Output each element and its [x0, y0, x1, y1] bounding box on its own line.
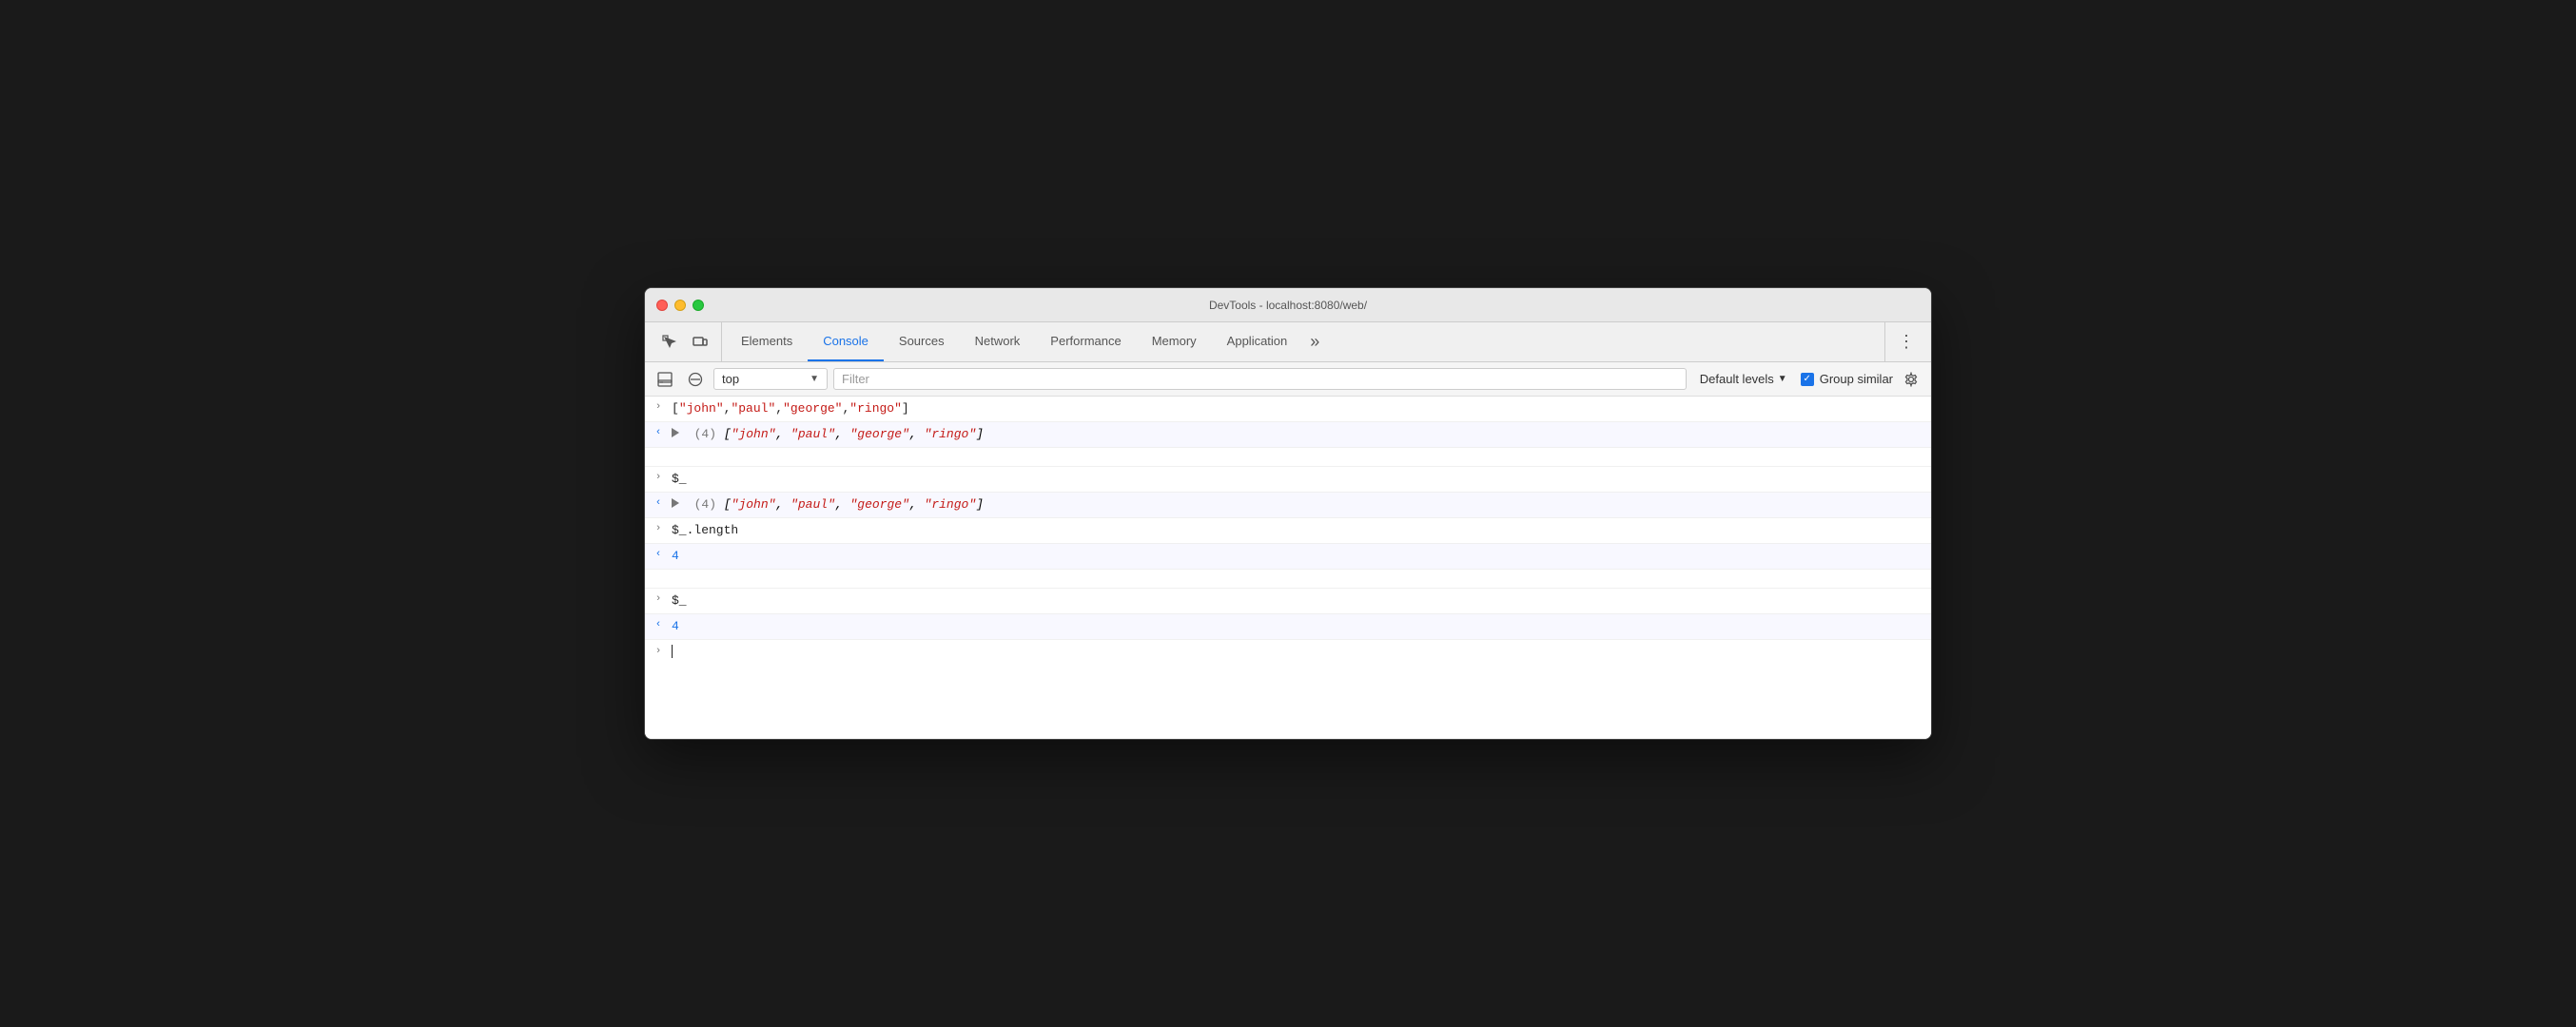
tab-application[interactable]: Application: [1212, 322, 1303, 361]
inspect-element-button[interactable]: [656, 329, 683, 356]
row-8-text: 4: [672, 618, 1923, 635]
console-row-spacer-2: [645, 570, 1931, 589]
tab-bar: Elements Console Sources Network Perform…: [645, 322, 1931, 362]
row-6-arrow: ‹: [645, 548, 672, 560]
row-4-text: (4) ["john", "paul", "george", "ringo"]: [672, 496, 1923, 514]
clear-console-button[interactable]: [683, 367, 708, 392]
levels-dropdown-arrow: ▼: [1778, 374, 1787, 384]
tab-bar-icons: [649, 322, 722, 361]
console-row-2: ‹ (4) ["john", "paul", "george", "ringo"…: [645, 422, 1931, 448]
row-4-expand[interactable]: [672, 498, 679, 508]
settings-button[interactable]: [1899, 367, 1923, 392]
console-toolbar: top ▼ Default levels ▼ ✓ Group similar: [645, 362, 1931, 397]
title-bar: DevTools - localhost:8080/web/: [645, 288, 1931, 322]
show-console-drawer-button[interactable]: [653, 367, 677, 392]
minimize-button[interactable]: [674, 300, 686, 311]
console-row-1: › ["john","paul","george","ringo"]: [645, 397, 1931, 422]
tab-elements[interactable]: Elements: [726, 322, 808, 361]
console-row-3: › $_: [645, 467, 1931, 493]
console-input-row[interactable]: ›: [645, 640, 1931, 662]
tab-console[interactable]: Console: [808, 322, 884, 361]
devtools-window: DevTools - localhost:8080/web/ Elements …: [644, 287, 1932, 740]
maximize-button[interactable]: [693, 300, 704, 311]
filter-input[interactable]: [833, 368, 1687, 390]
context-selector[interactable]: top ▼: [713, 368, 828, 390]
tab-network[interactable]: Network: [960, 322, 1036, 361]
row-5-text: $_.length: [672, 522, 1923, 539]
group-similar-area: ✓ Group similar: [1801, 372, 1893, 386]
row-6-text: 4: [672, 548, 1923, 565]
log-levels-button[interactable]: Default levels ▼: [1692, 369, 1795, 389]
row-7-text: $_: [672, 592, 1923, 610]
console-row-6: ‹ 4: [645, 544, 1931, 570]
devtools-menu-button[interactable]: ⋮: [1893, 329, 1920, 356]
console-row-spacer-1: [645, 448, 1931, 467]
row-2-expand[interactable]: [672, 428, 679, 437]
window-title: DevTools - localhost:8080/web/: [1209, 299, 1367, 312]
traffic-lights: [656, 300, 704, 311]
console-output: › ["john","paul","george","ringo"] ‹ (4)…: [645, 397, 1931, 739]
row-8-arrow: ‹: [645, 618, 672, 630]
console-row-8: ‹ 4: [645, 614, 1931, 640]
more-tabs-button[interactable]: »: [1302, 322, 1327, 361]
row-2-arrow: ‹: [645, 426, 672, 438]
row-1-arrow: ›: [645, 400, 672, 413]
row-1-text: ["john","paul","george","ringo"]: [672, 400, 1923, 417]
row-5-arrow: ›: [645, 522, 672, 534]
device-toolbar-button[interactable]: [687, 329, 713, 356]
row-3-arrow: ›: [645, 471, 672, 483]
context-dropdown-arrow: ▼: [810, 374, 819, 384]
row-7-arrow: ›: [645, 592, 672, 605]
input-prompt: ›: [645, 646, 672, 657]
close-button[interactable]: [656, 300, 668, 311]
tab-bar-right: ⋮: [1884, 322, 1927, 361]
row-2-text: (4) ["john", "paul", "george", "ringo"]: [672, 426, 1923, 443]
row-3-text: $_: [672, 471, 1923, 488]
group-similar-checkbox[interactable]: ✓: [1801, 373, 1814, 386]
tab-memory[interactable]: Memory: [1137, 322, 1212, 361]
console-row-5: › $_.length: [645, 518, 1931, 544]
console-row-7: › $_: [645, 589, 1931, 614]
cursor: [672, 645, 673, 658]
tab-performance[interactable]: Performance: [1035, 322, 1136, 361]
console-row-4: ‹ (4) ["john", "paul", "george", "ringo"…: [645, 493, 1931, 518]
row-4-arrow: ‹: [645, 496, 672, 509]
tab-sources[interactable]: Sources: [884, 322, 960, 361]
console-input[interactable]: [672, 644, 673, 658]
